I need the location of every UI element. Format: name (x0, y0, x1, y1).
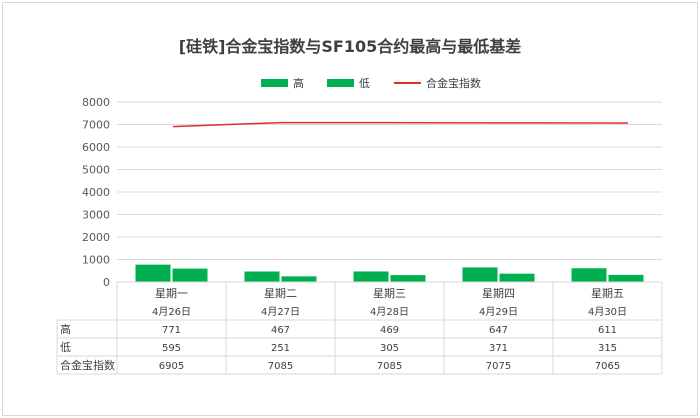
x-category-label: 星期二 (264, 287, 297, 300)
y-tick-label: 4000 (82, 186, 110, 199)
x-category-label: 星期三 (373, 287, 406, 300)
bar-high (571, 268, 607, 282)
table-cell: 7075 (486, 361, 511, 372)
table-cell: 647 (489, 325, 508, 336)
y-tick-label: 1000 (82, 254, 110, 267)
bar-low (499, 273, 535, 282)
table-cell: 315 (598, 343, 617, 354)
bar-low (608, 274, 644, 282)
x-category-label: 星期一 (155, 287, 188, 300)
table-cell: 305 (380, 343, 399, 354)
table-row-label: 合金宝指数 (60, 358, 115, 372)
table-cell: 7085 (377, 361, 402, 372)
y-tick-label: 0 (103, 276, 110, 289)
y-tick-label: 7000 (82, 119, 110, 132)
table-cell: 469 (380, 325, 399, 336)
table-cell: 595 (162, 343, 181, 354)
y-tick-label: 2000 (82, 231, 110, 244)
y-tick-label: 6000 (82, 141, 110, 154)
x-date-label: 4月27日 (261, 306, 300, 318)
x-category-label: 星期四 (482, 287, 515, 300)
table-cell: 611 (598, 325, 617, 336)
y-tick-label: 5000 (82, 164, 110, 177)
table-cell: 6905 (159, 361, 184, 372)
x-date-label: 4月28日 (370, 306, 409, 318)
table-row-label: 高 (60, 322, 71, 336)
chart-frame: [硅铁]合金宝指数与SF105合约最高与最低基差 高 低 合金宝指数 0 1000… (2, 2, 698, 416)
y-tick-label: 3000 (82, 209, 110, 222)
bar-high (353, 271, 389, 282)
table-cell: 771 (162, 325, 181, 336)
x-date-label: 4月26日 (152, 306, 191, 318)
table-row-label: 低 (60, 341, 71, 354)
bar-high (462, 267, 498, 282)
table-cell: 7085 (268, 361, 293, 372)
chart-svg: 0 1000 2000 3000 4000 5000 6000 7000 8000 星期一 4月26… (56, 96, 663, 375)
bar-high (244, 271, 280, 282)
x-date-label: 4月29日 (479, 306, 518, 318)
bar-low (281, 276, 317, 282)
x-category-label: 星期五 (591, 287, 624, 300)
y-tick-label: 8000 (82, 96, 110, 109)
x-date-label: 4月30日 (588, 306, 627, 318)
table-cell: 467 (271, 325, 290, 336)
bar-low (390, 275, 426, 282)
table-cell: 251 (271, 343, 290, 354)
table-cell: 371 (489, 343, 508, 354)
table-cell: 7065 (595, 361, 620, 372)
bar-high (135, 264, 171, 282)
bar-low (172, 268, 208, 282)
